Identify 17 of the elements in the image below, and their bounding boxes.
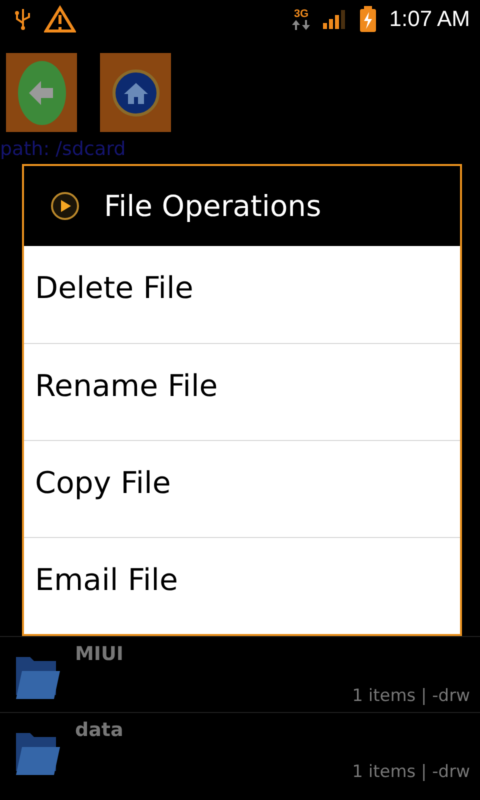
- clock-time: 1:07 AM: [389, 6, 470, 32]
- play-icon: [50, 191, 80, 221]
- signal-icon: [323, 9, 348, 29]
- usb-icon: [14, 8, 32, 30]
- folder-info: 1 items | -drw: [352, 762, 470, 782]
- dialog-title: File Operations: [104, 189, 322, 223]
- data-arrows-icon: [291, 20, 312, 30]
- warning-icon: [44, 5, 76, 33]
- home-icon: [112, 68, 160, 116]
- folder-name: data: [75, 719, 124, 741]
- network-type: 3G: [294, 8, 309, 20]
- home-button[interactable]: [100, 53, 171, 132]
- back-button[interactable]: [6, 53, 77, 132]
- path-label: path: /sdcard: [0, 137, 127, 162]
- folder-info: 1 items | -drw: [352, 686, 470, 706]
- battery-charging-icon: [359, 6, 378, 32]
- folder-name: MIUI: [75, 643, 124, 665]
